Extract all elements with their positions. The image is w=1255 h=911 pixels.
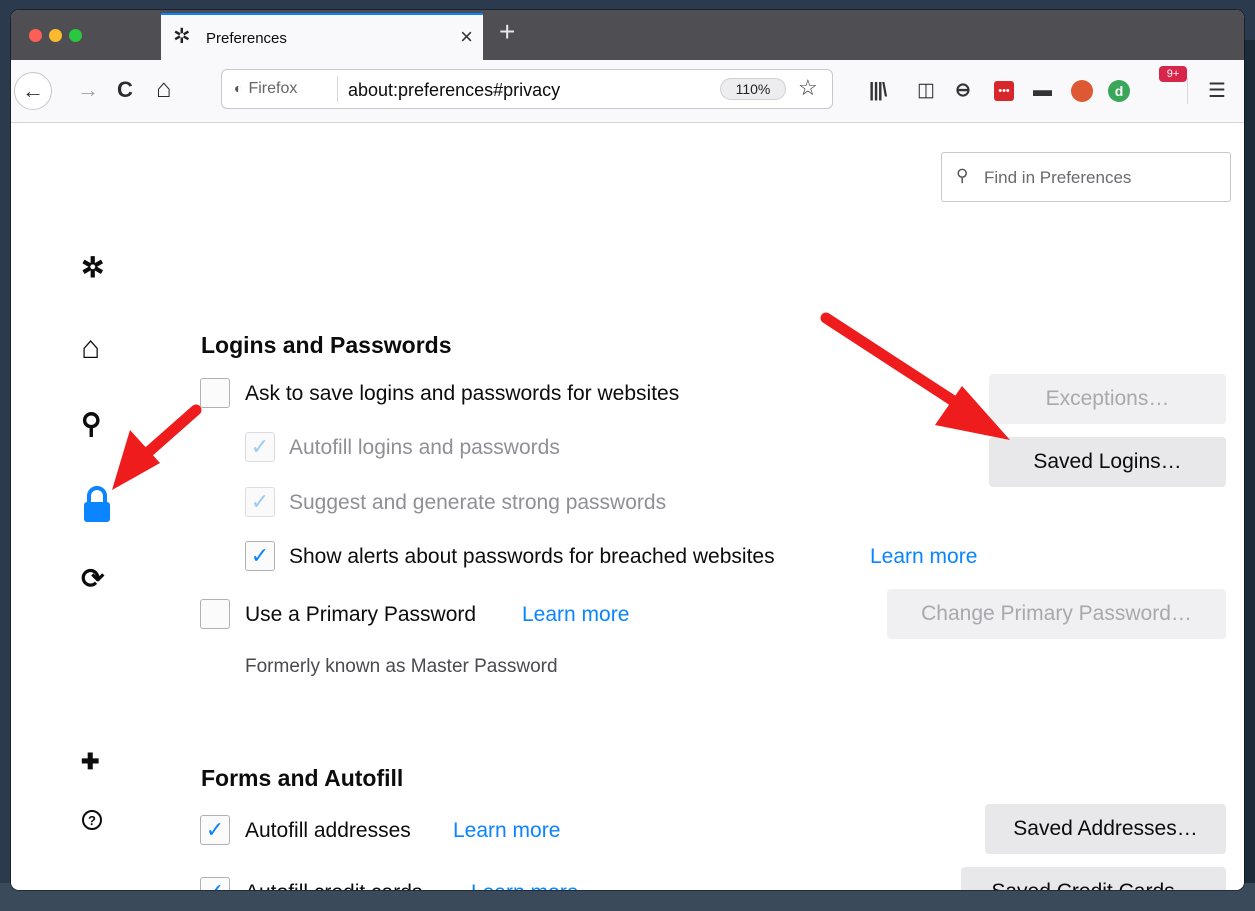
- annotation-arrows: [112, 312, 1010, 490]
- arrow-to-saved-logins: [820, 312, 1010, 440]
- arrow-to-privacy-category: [112, 404, 202, 490]
